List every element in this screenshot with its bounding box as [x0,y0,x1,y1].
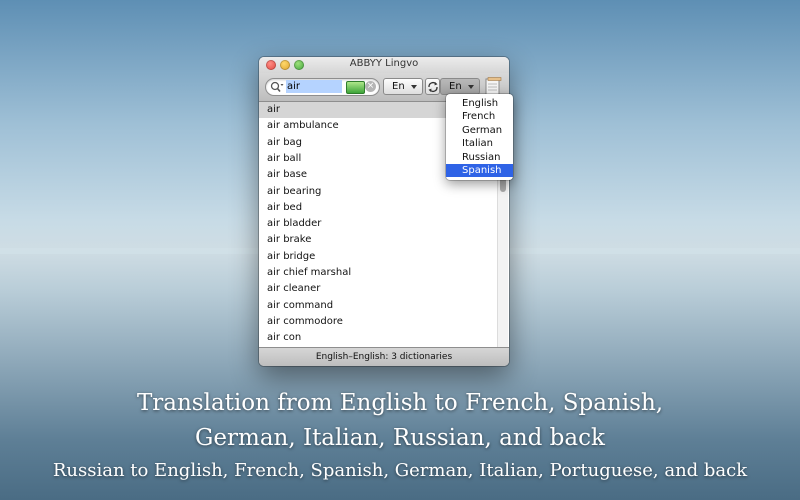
source-language-label: En [392,81,405,92]
chevron-down-icon [411,85,417,89]
status-bar: English–English: 3 dictionaries [259,347,509,366]
language-option-russian[interactable]: Russian [446,151,513,164]
search-field[interactable]: × [265,78,380,96]
word-list-item[interactable]: air cleaner [259,281,509,297]
word-list-item[interactable]: air chief marshal [259,265,509,281]
chevron-down-icon [468,85,474,89]
title-bar[interactable]: ABBYY Lingvo [259,57,509,73]
language-option-french[interactable]: French [446,110,513,123]
word-list-item[interactable]: air bed [259,200,509,216]
search-input[interactable] [286,80,342,93]
language-option-spanish[interactable]: Spanish [446,163,513,178]
swap-languages-button[interactable] [425,78,440,95]
word-list-item[interactable]: air bearing [259,184,509,200]
swap-arrows-icon [428,82,438,92]
word-list-item[interactable]: air con [259,330,509,346]
word-list-item[interactable]: air commodore [259,314,509,330]
word-list-item[interactable]: air bladder [259,216,509,232]
word-list-item[interactable]: air brake [259,232,509,248]
window-title: ABBYY Lingvo [349,58,419,69]
search-icon[interactable] [270,81,284,93]
word-list-item[interactable]: air command [259,298,509,314]
word-list-item[interactable]: air bridge [259,249,509,265]
target-language-label: En [449,81,462,92]
language-option-english[interactable]: English [446,97,513,110]
language-option-german[interactable]: German [446,124,513,137]
source-language-button[interactable]: En [383,78,423,95]
target-language-button[interactable]: En [440,78,480,95]
keyboard-icon[interactable] [346,81,365,94]
clear-search-icon[interactable]: × [365,81,376,92]
caption-line-3: Russian to English, French, Spanish, Ger… [52,460,748,481]
language-dropdown-menu: English French German Italian Russian Spanish [446,94,513,180]
caption-line-1: Translation from English to French, Span… [136,390,664,416]
caption-line-2: German, Italian, Russian, and back [195,425,605,451]
language-option-italian[interactable]: Italian [446,137,513,150]
